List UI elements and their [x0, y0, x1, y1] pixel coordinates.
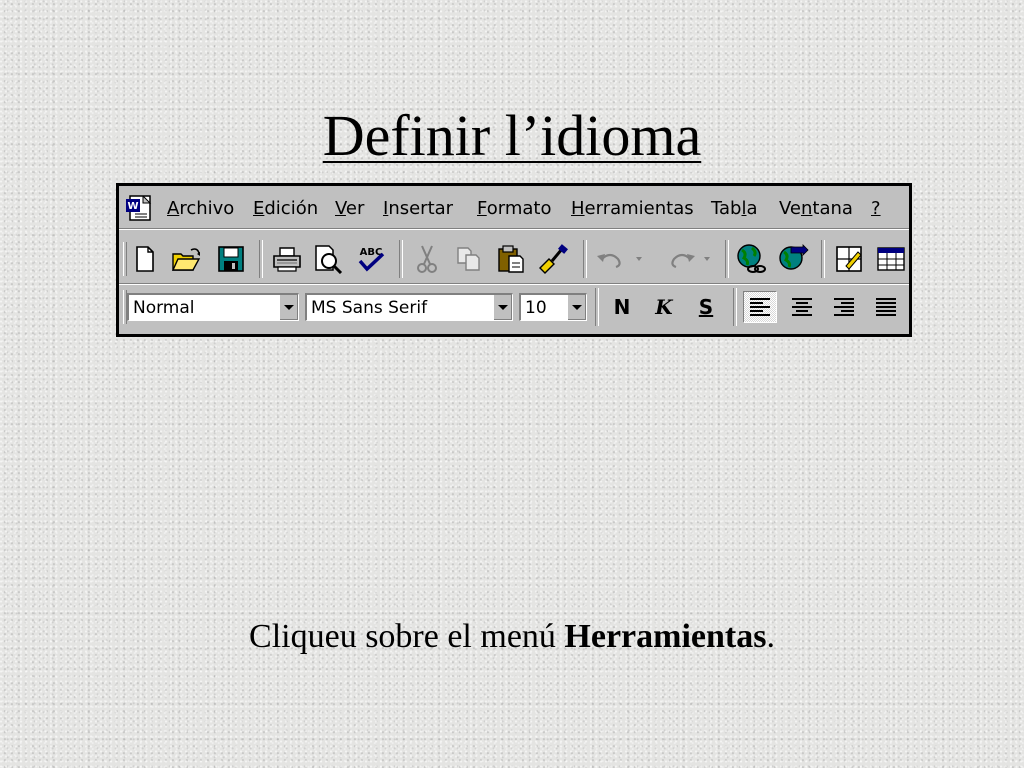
bold-button[interactable]: N: [605, 291, 639, 323]
format-painter-icon: [539, 244, 568, 274]
redo-button[interactable]: [659, 241, 719, 277]
justify-icon: [876, 298, 896, 316]
justify-button[interactable]: [869, 291, 903, 323]
menu-bar: W Archivo Edición Ver Insertar Formato H…: [119, 186, 909, 229]
underline-button[interactable]: S: [689, 291, 723, 323]
menu-tabla-label-start: Tab: [711, 198, 742, 219]
menu-formato[interactable]: Formato: [477, 198, 551, 220]
bold-label: N: [613, 295, 631, 319]
menu-herramientas[interactable]: Herramientas: [571, 198, 694, 220]
menu-edicion-label: dición: [264, 198, 319, 219]
font-select[interactable]: MS Sans Serif: [305, 293, 513, 321]
menu-insertar[interactable]: Insertar: [383, 198, 453, 220]
menu-ver-label: er: [345, 198, 365, 219]
align-left-icon: [750, 298, 770, 316]
paste-button[interactable]: [493, 241, 529, 277]
italic-label: K: [655, 295, 673, 319]
spelling-icon: ABC: [358, 247, 385, 272]
insert-table-button[interactable]: [873, 241, 909, 277]
web-toolbar-button[interactable]: [775, 241, 811, 277]
style-select[interactable]: Normal: [127, 293, 299, 321]
chevron-down-icon[interactable]: [279, 295, 298, 320]
print-preview-button[interactable]: [311, 241, 347, 277]
spelling-button[interactable]: ABC: [353, 241, 389, 277]
open-folder-icon: [171, 248, 201, 271]
menu-ver-accelerator: V: [335, 198, 346, 219]
menu-tabla-label-end: a: [746, 198, 758, 219]
copy-icon: [457, 247, 480, 271]
chevron-down-icon[interactable]: [567, 295, 586, 320]
toolbar-separator: [821, 240, 825, 278]
italic-button[interactable]: K: [647, 291, 681, 323]
redo-icon: [671, 253, 710, 269]
instruction-menu-name: Herramientas: [564, 618, 767, 655]
word-application-window: W Archivo Edición Ver Insertar Formato H…: [116, 183, 912, 337]
font-select-value: MS Sans Serif: [311, 298, 428, 318]
menu-formato-label: ormato: [486, 198, 552, 219]
menu-help[interactable]: ?: [871, 198, 881, 220]
tables-and-borders-icon: [836, 246, 862, 272]
menu-ventana-accelerator: n: [801, 198, 813, 219]
save-disk-icon: [218, 246, 244, 272]
menu-archivo-label: rchivo: [179, 198, 235, 219]
instruction-text: Cliqueu sobre el menú Herramientas.: [0, 614, 1024, 660]
undo-button[interactable]: [593, 241, 653, 277]
cut-icon: [417, 245, 437, 273]
menu-archivo[interactable]: Archivo: [167, 198, 234, 220]
menu-help-accelerator: ?: [871, 198, 881, 219]
new-document-icon: [136, 246, 154, 272]
web-toolbar-icon: [779, 244, 809, 270]
align-left-button[interactable]: [743, 291, 777, 323]
word-document-icon[interactable]: W: [125, 194, 155, 222]
align-center-button[interactable]: [785, 291, 819, 323]
menu-herramientas-accelerator: H: [571, 198, 585, 219]
menu-formato-accelerator: F: [477, 198, 487, 219]
instruction-prefix: Cliqueu sobre el menú: [249, 618, 565, 655]
svg-text:W: W: [127, 201, 138, 212]
toolbar-separator: [259, 240, 263, 278]
insert-hyperlink-icon: [737, 244, 766, 273]
toolbar-separator: [399, 240, 403, 278]
menu-edicion-accelerator: E: [253, 198, 265, 219]
menu-herramientas-label: erramientas: [584, 198, 694, 219]
paste-icon: [498, 245, 524, 273]
font-size-select-value: 10: [525, 298, 547, 318]
undo-icon: [597, 253, 642, 269]
format-painter-button[interactable]: [535, 241, 571, 277]
toolbar-separator: [595, 288, 599, 326]
toolbar-separator: [583, 240, 587, 278]
underline-label: S: [698, 295, 714, 319]
print-icon: [273, 247, 301, 272]
formatting-toolbar: Normal MS Sans Serif 10 N K S: [119, 283, 909, 330]
toolbar-separator: [733, 288, 737, 326]
style-select-value: Normal: [133, 298, 195, 318]
instruction-suffix: .: [766, 618, 775, 655]
standard-toolbar: ABC: [119, 236, 909, 282]
print-button[interactable]: [269, 241, 305, 277]
insert-hyperlink-button[interactable]: [733, 241, 769, 277]
menu-edicion[interactable]: Edición: [253, 198, 318, 220]
menu-insertar-label: nsertar: [388, 198, 454, 219]
menu-tabla[interactable]: Tabla: [711, 198, 758, 220]
menu-ventana-label-end: tana: [812, 198, 853, 219]
new-document-button[interactable]: [127, 241, 163, 277]
open-button[interactable]: [169, 241, 205, 277]
font-size-select[interactable]: 10: [519, 293, 587, 321]
print-preview-icon: [315, 245, 343, 274]
align-center-icon: [792, 298, 812, 316]
slide-title: Definir l’idioma: [322, 103, 702, 168]
menu-ventana[interactable]: Ventana: [779, 198, 853, 220]
insert-table-icon: [877, 247, 905, 271]
menu-ver[interactable]: Ver: [335, 198, 364, 220]
save-button[interactable]: [213, 241, 249, 277]
align-right-button[interactable]: [827, 291, 861, 323]
cut-button[interactable]: [409, 241, 445, 277]
menu-archivo-accelerator: A: [167, 198, 180, 219]
chevron-down-icon[interactable]: [493, 295, 512, 320]
copy-button[interactable]: [451, 241, 487, 277]
tables-and-borders-button[interactable]: [831, 241, 867, 277]
toolbar-separator: [725, 240, 729, 278]
menu-ventana-label-start: Ve: [779, 198, 801, 219]
align-right-icon: [834, 298, 854, 316]
